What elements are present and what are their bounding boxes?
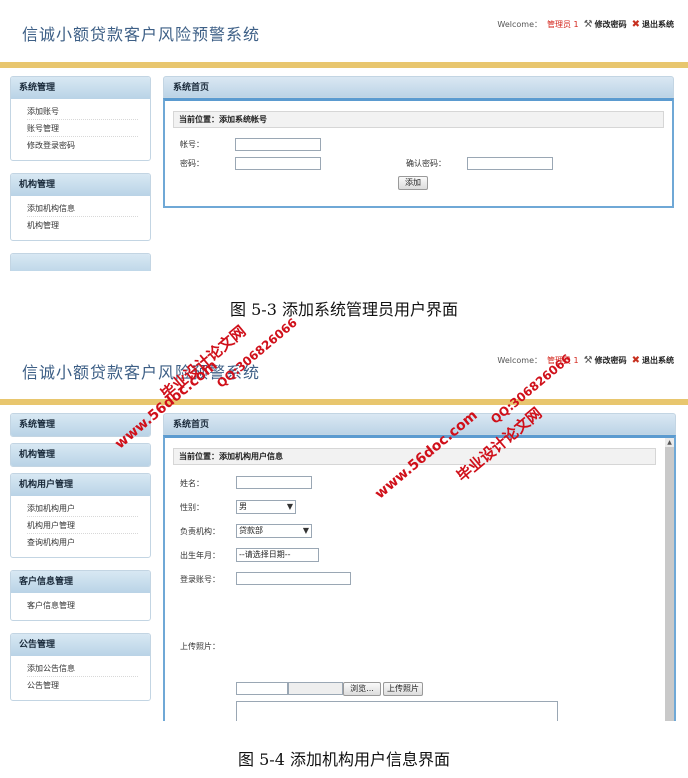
gender-select[interactable]: 男 ▼	[236, 500, 296, 514]
nav-group-title[interactable]: 公告管理	[11, 634, 150, 656]
figure-caption-2: 图 5-4 添加机构用户信息界面	[238, 750, 450, 769]
birth-label: 出生年月：	[180, 551, 220, 560]
photo-textarea[interactable]	[236, 701, 558, 721]
scrollbar[interactable]	[665, 447, 674, 721]
birth-placeholder: --请选择日期--	[239, 550, 291, 559]
nav-group-title[interactable]: 机构管理	[11, 444, 150, 466]
main-title: 系统首页	[163, 413, 676, 435]
nav-group-title[interactable]: 机构管理	[11, 174, 150, 196]
top-bar: Welcome： 管理员 1 ⚒ 修改密码 ✖ 退出系统	[497, 355, 674, 366]
org-label: 负责机构：	[180, 527, 220, 536]
sidebar-item-account-manage[interactable]: 账号管理	[27, 120, 138, 137]
birth-date-input[interactable]: --请选择日期--	[236, 548, 319, 562]
gender-value: 男	[239, 502, 247, 511]
scroll-up-arrow[interactable]: ▲	[665, 438, 674, 447]
account-label: 帐号：	[180, 140, 204, 149]
welcome-text: Welcome：	[497, 356, 542, 365]
header-divider	[0, 62, 688, 68]
logout-link[interactable]: ✖ 退出系统	[632, 355, 674, 366]
account-input[interactable]	[235, 138, 321, 151]
chevron-down-icon: ▼	[286, 502, 293, 511]
login-account-input[interactable]	[236, 572, 351, 585]
change-password-link[interactable]: ⚒ 修改密码	[584, 19, 627, 30]
password-label: 密码：	[180, 159, 204, 168]
name-label: 姓名：	[180, 479, 204, 488]
sidebar: 系统管理 添加账号 账号管理 修改登录密码 机构管理 添加机构信息 机构管理	[10, 76, 151, 271]
nav-group-customer: 客户信息管理 客户信息管理	[10, 570, 151, 621]
nav-group-org: 机构管理	[10, 443, 151, 467]
org-value: 贷款部	[239, 526, 263, 535]
close-icon: ✖	[631, 354, 640, 366]
logout-link[interactable]: ✖ 退出系统	[632, 19, 674, 30]
breadcrumb: 当前位置：添加系统帐号	[173, 111, 664, 128]
sidebar-item-add-notice[interactable]: 添加公告信息	[27, 660, 138, 677]
tools-icon: ⚒	[583, 18, 593, 30]
sidebar-item-notice-manage[interactable]: 公告管理	[27, 677, 138, 694]
nav-group-title[interactable]: 机构用户管理	[11, 474, 150, 496]
header: 信诚小额贷款客户风险预警系统 Welcome： 管理员 1 ⚒ 修改密码 ✖ 退出系…	[0, 343, 688, 405]
nav-group-title[interactable]: 客户信息管理	[11, 571, 150, 593]
file-path-field	[288, 682, 343, 695]
sidebar-item-org-manage[interactable]: 机构管理	[27, 217, 138, 234]
top-bar: Welcome： 管理员 1 ⚒ 修改密码 ✖ 退出系统	[497, 19, 674, 30]
screenshot-add-org-user: 信诚小额贷款客户风险预警系统 Welcome： 管理员 1 ⚒ 修改密码 ✖ 退出系…	[0, 343, 688, 721]
sidebar-item-change-password[interactable]: 修改登录密码	[27, 137, 138, 154]
org-select[interactable]: 贷款部 ▼	[236, 524, 312, 538]
change-password-link[interactable]: ⚒ 修改密码	[584, 355, 627, 366]
main-content: 系统首页 当前位置：添加系统帐号 帐号： 密码： 确认密码： 添加	[163, 76, 674, 208]
nav-group-title[interactable]	[11, 254, 150, 271]
header: 信诚小额贷款客户风险预警系统 Welcome： 管理员 1 ⚒ 修改密码 ✖ 退出系…	[0, 0, 688, 62]
header-divider	[0, 399, 688, 405]
screenshot-add-system-account: 信诚小额贷款客户风险预警系统 Welcome： 管理员 1 ⚒ 修改密码 ✖ 退出系…	[0, 0, 688, 271]
login-account-label: 登录账号：	[180, 575, 220, 584]
sidebar: 系统管理 机构管理 机构用户管理 添加机构用户 机构用户管理 查询机构用户 客户…	[10, 413, 151, 709]
gender-label: 性别：	[180, 503, 204, 512]
current-user: 管理员 1	[547, 20, 579, 29]
figure-caption-1: 图 5-3 添加系统管理员用户界面	[230, 300, 458, 319]
tools-icon: ⚒	[583, 354, 593, 366]
sidebar-item-org-user-manage[interactable]: 机构用户管理	[27, 517, 138, 534]
chevron-down-icon: ▼	[302, 526, 309, 535]
upload-photo-button[interactable]: 上传照片	[383, 682, 423, 696]
nav-group-org: 机构管理 添加机构信息 机构管理	[10, 173, 151, 241]
nav-group-title[interactable]: 系统管理	[11, 77, 150, 99]
form-panel: 当前位置：添加系统帐号 帐号： 密码： 确认密码： 添加	[163, 98, 674, 208]
form-panel: ▲ 当前位置：添加机构用户信息 姓名： 性别： 男 ▼ 负责机构： 贷款部 ▼ 出生…	[163, 435, 676, 721]
confirm-password-label: 确认密码：	[406, 159, 446, 168]
nav-group-cut-off	[10, 253, 151, 271]
nav-group-notice: 公告管理 添加公告信息 公告管理	[10, 633, 151, 701]
confirm-password-input[interactable]	[467, 157, 553, 170]
nav-group-org-user: 机构用户管理 添加机构用户 机构用户管理 查询机构用户	[10, 473, 151, 558]
app-title: 信诚小额贷款客户风险预警系统	[22, 25, 261, 44]
sidebar-item-query-org-user[interactable]: 查询机构用户	[27, 534, 138, 551]
photo-label: 上传照片：	[180, 642, 220, 651]
sidebar-item-add-org-user[interactable]: 添加机构用户	[27, 500, 138, 517]
file-path-input[interactable]	[236, 682, 288, 695]
close-icon: ✖	[631, 18, 640, 30]
nav-group-system: 系统管理 添加账号 账号管理 修改登录密码	[10, 76, 151, 161]
password-input[interactable]	[235, 157, 321, 170]
add-button[interactable]: 添加	[398, 176, 428, 190]
sidebar-item-add-org[interactable]: 添加机构信息	[27, 200, 138, 217]
welcome-text: Welcome：	[497, 20, 542, 29]
browse-button[interactable]: 浏览...	[343, 682, 381, 696]
sidebar-item-customer-manage[interactable]: 客户信息管理	[27, 597, 138, 614]
name-input[interactable]	[236, 476, 312, 489]
sidebar-item-add-account[interactable]: 添加账号	[27, 103, 138, 120]
main-title: 系统首页	[163, 76, 674, 98]
